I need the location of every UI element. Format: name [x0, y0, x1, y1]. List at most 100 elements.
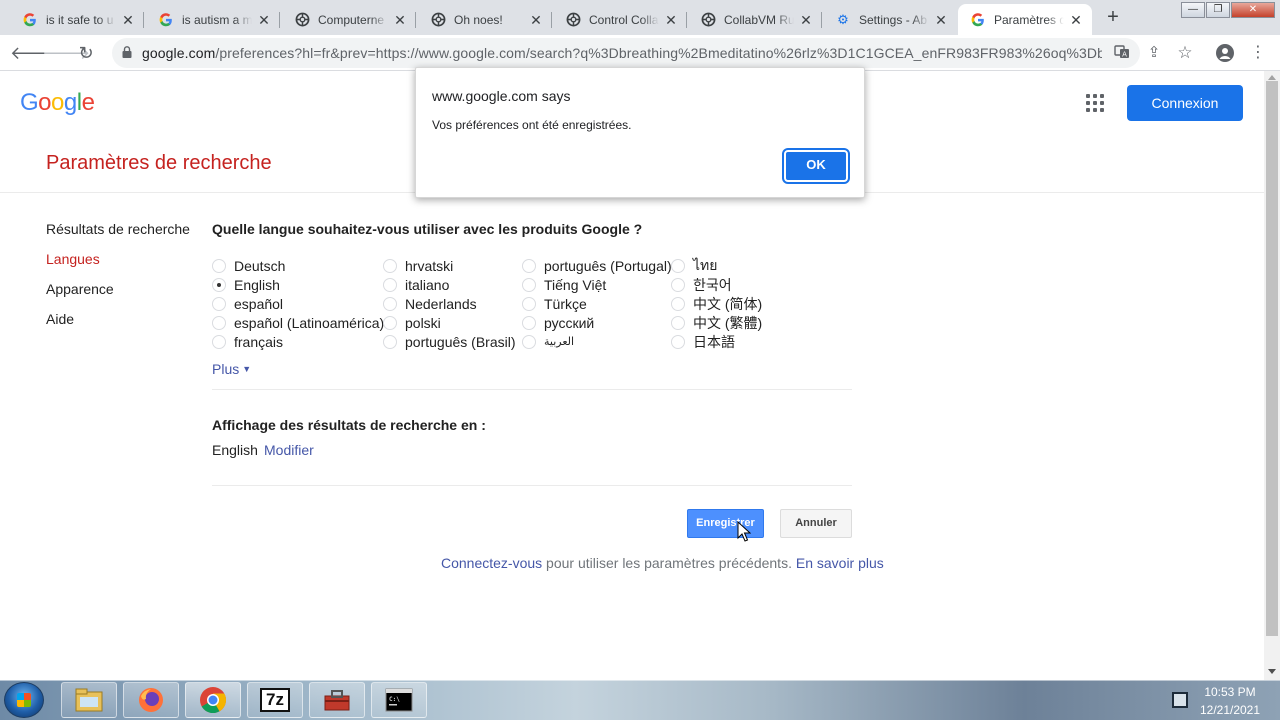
language-option[interactable]: русский	[522, 313, 594, 332]
tab-close-icon[interactable]: ✕	[120, 12, 136, 28]
language-radio[interactable]	[383, 296, 397, 311]
language-radio[interactable]	[522, 315, 536, 330]
language-label: português (Portugal)	[544, 257, 672, 274]
browser-toolbar: 🡐 🡒 ↻ google.com/preferences?hl=fr&prev=…	[0, 35, 1280, 71]
url-text[interactable]: google.com/preferences?hl=fr&prev=https:…	[142, 38, 1102, 68]
language-option[interactable]: português (Brasil)	[383, 332, 516, 351]
start-button[interactable]	[4, 682, 44, 718]
language-option[interactable]: português (Portugal)	[522, 256, 672, 275]
minimize-button[interactable]: —	[1181, 2, 1205, 18]
clock-date[interactable]: 12/21/2021	[1190, 703, 1270, 717]
google-apps-icon[interactable]	[1086, 94, 1104, 112]
language-radio[interactable]	[212, 258, 226, 273]
language-radio[interactable]	[383, 277, 397, 292]
cancel-button[interactable]: Annuler	[780, 509, 852, 538]
language-radio[interactable]	[212, 277, 226, 292]
network-tray-icon[interactable]	[1172, 692, 1188, 708]
tab-close-icon[interactable]: ✕	[528, 12, 544, 28]
taskbar-firefox[interactable]	[123, 682, 179, 718]
language-option[interactable]: Nederlands	[383, 294, 477, 313]
browser-tab[interactable]: Control Colla ✕	[553, 4, 687, 35]
reload-button[interactable]: ↻	[74, 41, 98, 65]
language-radio[interactable]	[671, 277, 685, 292]
tab-close-icon[interactable]: ✕	[798, 12, 814, 28]
maximize-button[interactable]: ❐	[1206, 2, 1230, 18]
google-logo[interactable]: Google	[20, 89, 95, 117]
language-radio[interactable]	[212, 315, 226, 330]
tab-close-icon[interactable]: ✕	[392, 12, 408, 28]
language-option[interactable]: español (Latinoamérica)	[212, 313, 384, 332]
save-button[interactable]: Enregistrer	[687, 509, 764, 538]
language-radio[interactable]	[212, 334, 226, 349]
sidebar-item[interactable]: Apparence	[46, 281, 114, 297]
language-radio[interactable]	[522, 258, 536, 273]
browser-tab[interactable]: is autism a m ✕	[146, 4, 280, 35]
scroll-up-arrow-icon[interactable]	[1268, 75, 1276, 80]
browser-menu-icon[interactable]: ⋮	[1246, 41, 1270, 65]
language-option[interactable]: français	[212, 332, 283, 351]
language-option[interactable]: 한국어	[671, 275, 732, 294]
scroll-thumb[interactable]	[1266, 81, 1278, 636]
language-radio[interactable]	[671, 334, 685, 349]
back-button[interactable]: 🡐	[10, 41, 58, 65]
language-radio[interactable]	[522, 277, 536, 292]
language-option[interactable]: ไทย	[671, 256, 717, 275]
alert-ok-button[interactable]: OK	[784, 150, 848, 182]
tab-close-icon[interactable]: ✕	[663, 12, 679, 28]
language-radio[interactable]	[671, 258, 685, 273]
language-option[interactable]: Türkçe	[522, 294, 587, 313]
language-radio[interactable]	[522, 296, 536, 311]
browser-tab[interactable]: ⚙ Settings - Ab ✕	[823, 4, 957, 35]
language-option[interactable]: 日本語	[671, 332, 735, 351]
language-option[interactable]: Deutsch	[212, 256, 285, 275]
tab-close-icon[interactable]: ✕	[256, 12, 272, 28]
scroll-down-arrow-icon[interactable]	[1268, 669, 1276, 674]
browser-tab[interactable]: Computerne ✕	[282, 4, 416, 35]
language-option[interactable]: 中文 (简体)	[671, 294, 762, 313]
tab-close-icon[interactable]: ✕	[1068, 12, 1084, 28]
taskbar-toolbox[interactable]	[309, 682, 365, 718]
language-option[interactable]: Tiếng Việt	[522, 275, 606, 294]
language-radio[interactable]	[212, 296, 226, 311]
sidebar-item[interactable]: Langues	[46, 251, 100, 267]
tab-close-icon[interactable]: ✕	[933, 12, 949, 28]
taskbar-7zip[interactable]: 7z	[247, 682, 303, 718]
learn-more-link[interactable]: En savoir plus	[796, 555, 884, 571]
language-radio[interactable]	[522, 334, 536, 349]
close-window-button[interactable]: ✕	[1231, 2, 1275, 18]
language-radio[interactable]	[383, 258, 397, 273]
bookmark-star-icon[interactable]: ☆	[1173, 41, 1197, 65]
browser-tab[interactable]: Paramètres d ✕	[958, 4, 1092, 35]
language-option[interactable]: English	[212, 275, 280, 294]
address-bar[interactable]: google.com/preferences?hl=fr&prev=https:…	[112, 38, 1140, 68]
connect-link[interactable]: Connectez-vous	[441, 555, 542, 571]
sidebar-item[interactable]: Résultats de recherche	[46, 221, 190, 237]
browser-tab[interactable]: Oh noes! ✕	[418, 4, 552, 35]
language-radio[interactable]	[671, 296, 685, 311]
taskbar-chrome[interactable]	[185, 682, 241, 718]
modify-results-language-link[interactable]: Modifier	[264, 442, 314, 458]
taskbar-command-prompt[interactable]: C:\	[371, 682, 427, 718]
translate-icon[interactable]: A	[1113, 44, 1131, 62]
sidebar-item[interactable]: Aide	[46, 311, 74, 327]
language-radio[interactable]	[383, 334, 397, 349]
taskbar-file-explorer[interactable]	[61, 682, 117, 718]
language-radio[interactable]	[671, 315, 685, 330]
language-option[interactable]: polski	[383, 313, 441, 332]
browser-tab[interactable]: is it safe to u ✕	[10, 4, 144, 35]
clock-time[interactable]: 10:53 PM	[1190, 685, 1270, 699]
language-option[interactable]: italiano	[383, 275, 449, 294]
new-tab-button[interactable]: +	[1103, 7, 1123, 27]
language-option[interactable]: 中文 (繁體)	[671, 313, 762, 332]
forward-button[interactable]: 🡒	[42, 41, 90, 65]
language-radio[interactable]	[383, 315, 397, 330]
share-icon[interactable]: ⇪	[1142, 41, 1166, 65]
page-scrollbar[interactable]	[1264, 71, 1280, 680]
signin-button[interactable]: Connexion	[1127, 85, 1243, 121]
more-languages-link[interactable]: Plus ▼	[212, 361, 251, 377]
browser-tab[interactable]: CollabVM Ru ✕	[688, 4, 822, 35]
language-option[interactable]: hrvatski	[383, 256, 453, 275]
language-option[interactable]: العربية	[522, 332, 574, 351]
language-option[interactable]: español	[212, 294, 283, 313]
profile-avatar-icon[interactable]	[1213, 41, 1237, 65]
